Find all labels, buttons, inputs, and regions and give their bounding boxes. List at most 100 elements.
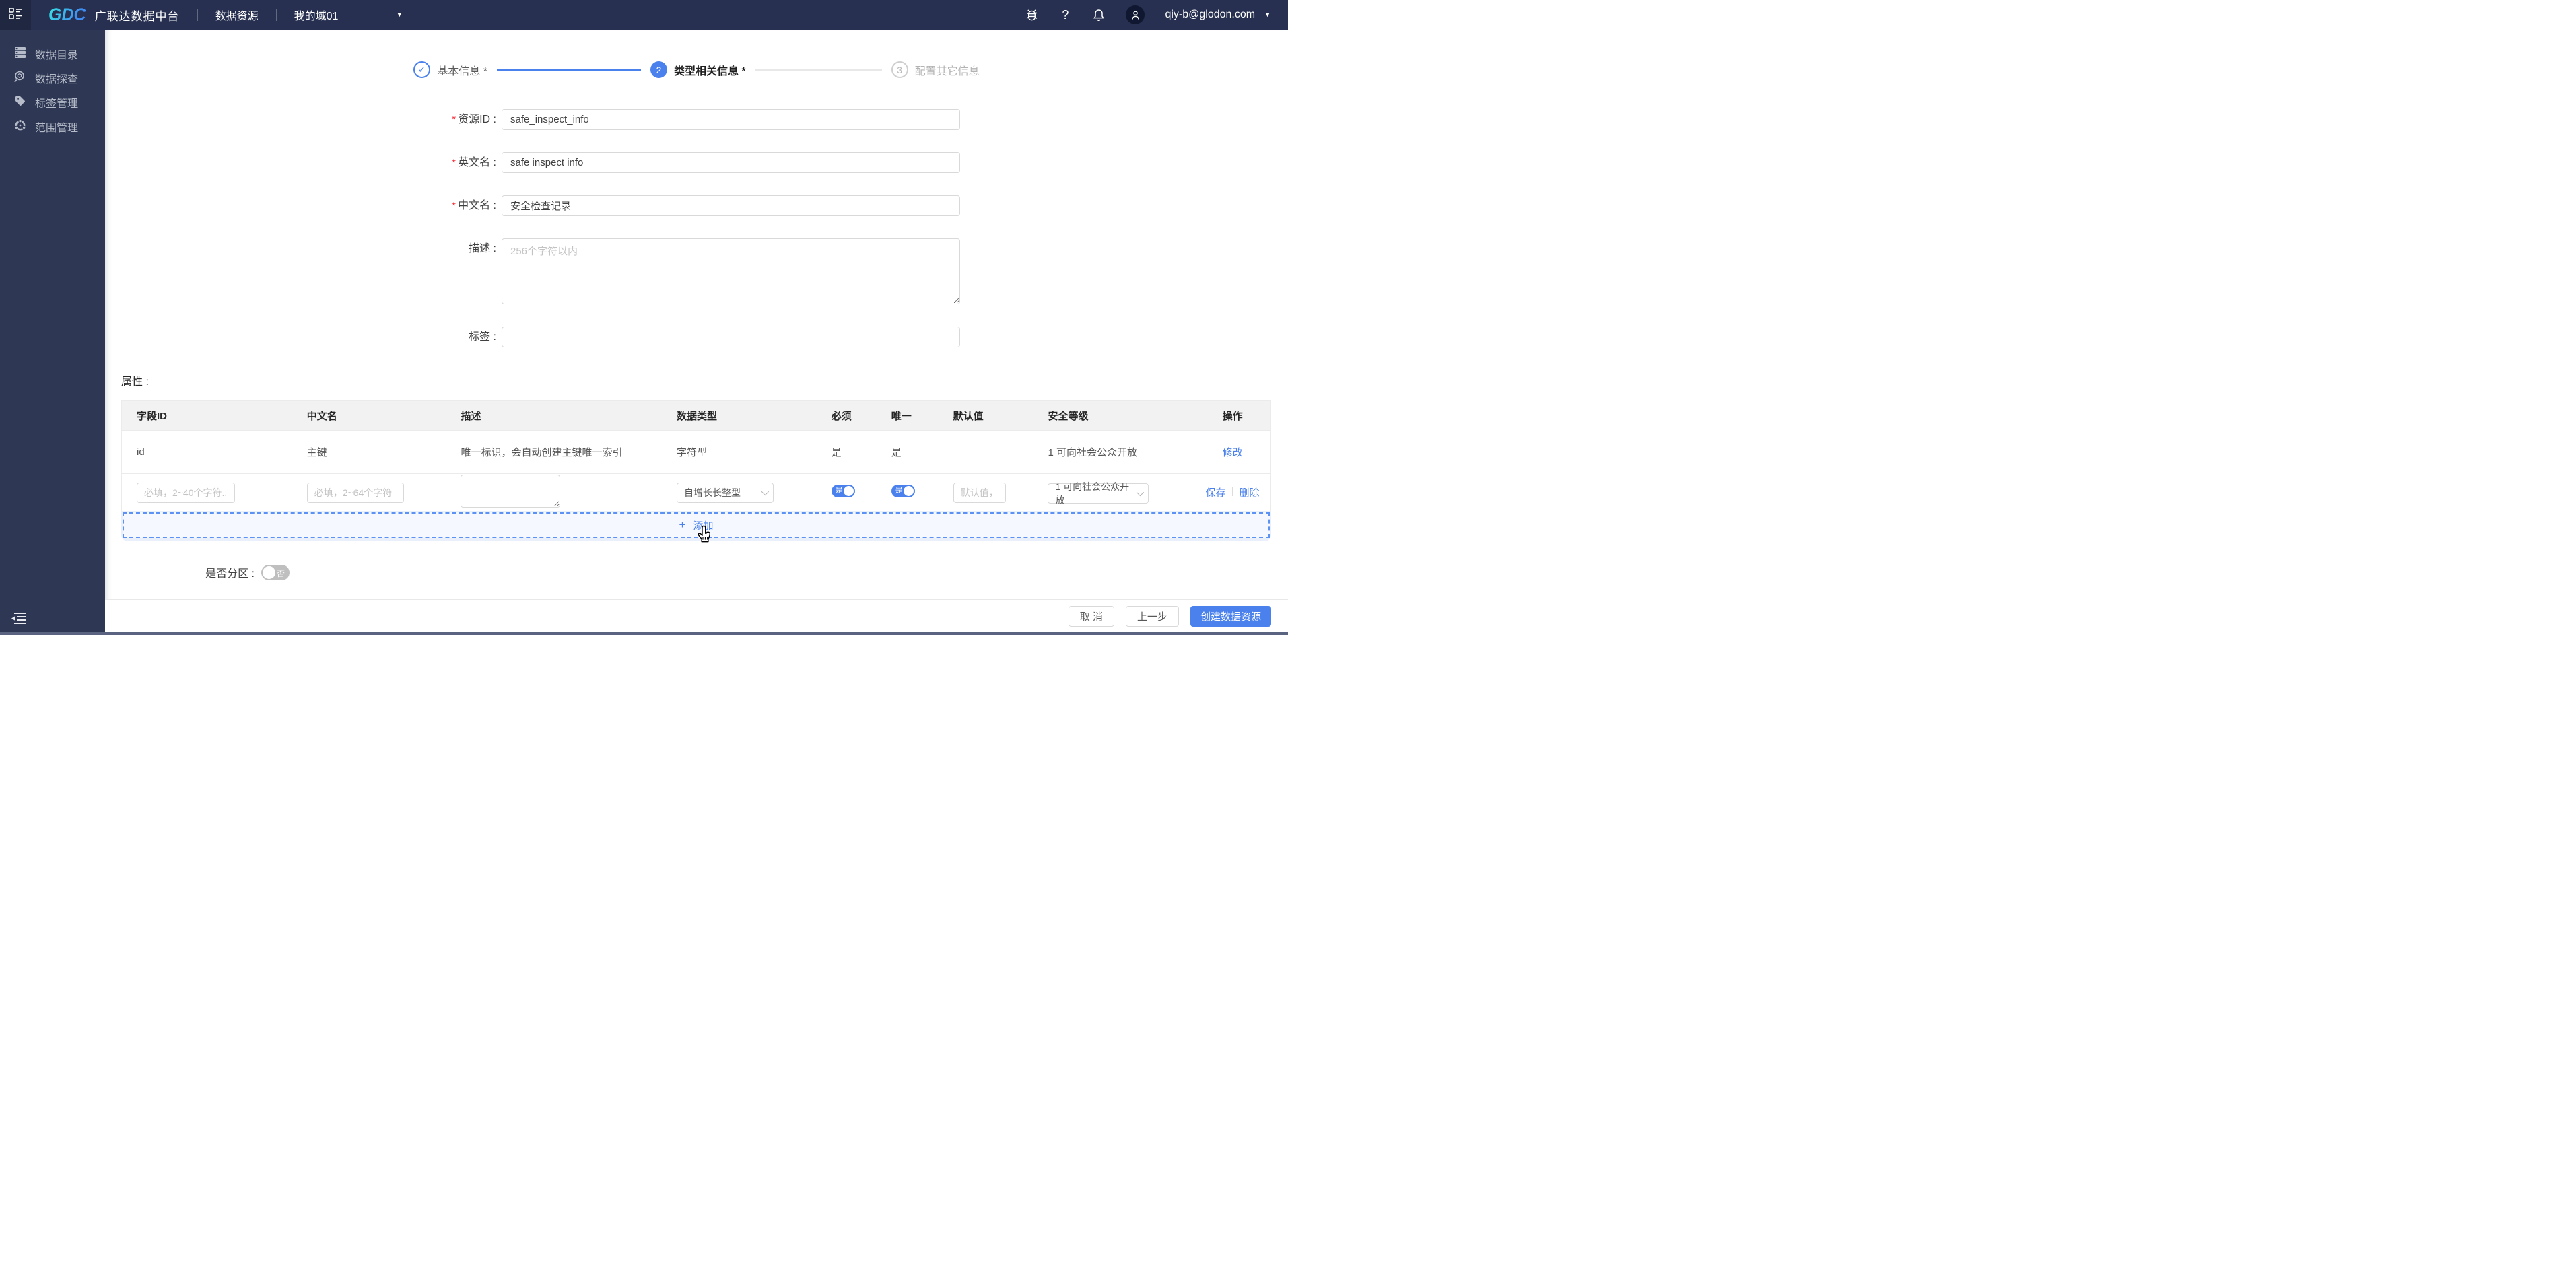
resource-id-field[interactable] <box>502 109 960 130</box>
help-icon[interactable]: ? <box>1058 8 1072 22</box>
required-marker: * <box>452 157 456 168</box>
tags-field[interactable] <box>502 327 960 347</box>
delete-link[interactable]: 删除 <box>1240 485 1260 500</box>
english-name-field[interactable] <box>502 152 960 173</box>
gdc-logo: GDC <box>48 5 86 24</box>
description-field[interactable] <box>502 238 960 304</box>
step-type-info[interactable]: 2 类型相关信息 * <box>650 61 746 78</box>
field-label: * 中文名 : <box>452 200 496 211</box>
chevron-down-icon: ▼ <box>396 11 403 19</box>
step-other-config[interactable]: 3 配置其它信息 <box>891 61 980 78</box>
sidebar-item-label: 标签管理 <box>35 98 79 110</box>
form-row-description: 描述 : <box>105 238 1288 304</box>
step-check-icon: ✓ <box>413 61 431 78</box>
table-row-id: id 主键 唯一标识，会自动创建主键唯一索引 字符型 是 是 1 可向社会公众开… <box>122 430 1270 473</box>
footer-bar: 取 消 上一步 创建数据资源 <box>105 599 1288 632</box>
col-header-unique: 唯一 <box>891 410 912 422</box>
bell-icon[interactable] <box>1092 8 1106 22</box>
col-header-security: 安全等级 <box>1048 410 1089 422</box>
database-icon <box>14 46 26 62</box>
resource-form: *资源ID : *英文名 : *中文名 : 描述 : 标签 : <box>105 109 1288 347</box>
domain-name: 我的域01 <box>294 11 339 22</box>
attributes-section-title: 属性 : <box>121 376 149 388</box>
bug-icon[interactable] <box>1025 8 1038 22</box>
sidebar-item-label: 范围管理 <box>35 123 79 134</box>
required-marker: * <box>452 200 456 211</box>
step-label: 基本信息 * <box>437 65 487 77</box>
cell-security: 1 可向社会公众开放 <box>1048 447 1137 458</box>
previous-step-button[interactable]: 上一步 <box>1125 605 1179 627</box>
form-row-tags: 标签 : <box>105 327 1288 347</box>
topbar-right: ? qiy-b@glodon.com ▼ <box>1025 5 1288 24</box>
plus-icon: + <box>679 518 686 531</box>
app-grid-icon <box>8 7 22 22</box>
save-link[interactable]: 保存 <box>1206 485 1226 500</box>
cell-field-id: id <box>137 446 145 458</box>
top-bar: GDC 广联达数据中台 数据资源 我的域01 ▼ ? qiy-b@glodon.… <box>0 0 1288 30</box>
security-level-select[interactable]: 1 可向社会公众开放 <box>1048 481 1149 506</box>
tag-icon <box>14 95 26 110</box>
col-header-cn-name: 中文名 <box>306 410 337 422</box>
scope-icon <box>14 118 26 135</box>
col-header-default: 默认值 <box>953 410 984 422</box>
main-content: ✓ 基本信息 * 2 类型相关信息 * 3 配置其它信息 *资源ID : *英文… <box>105 30 1288 632</box>
required-toggle[interactable]: 是 <box>831 485 855 497</box>
cell-data-type: 字符型 <box>677 447 708 458</box>
partition-row: 是否分区 : 否 <box>105 564 1288 580</box>
field-label: 描述 : <box>469 243 496 254</box>
nav-product[interactable]: 数据资源 <box>215 7 259 23</box>
cn-name-input[interactable] <box>306 482 404 503</box>
cancel-button[interactable]: 取 消 <box>1068 605 1114 627</box>
topbar-divider <box>197 9 198 21</box>
avatar[interactable] <box>1126 5 1145 24</box>
step-basic-info[interactable]: ✓ 基本信息 * <box>413 61 487 78</box>
field-label: * 英文名 : <box>452 157 496 168</box>
col-header-field-id: 字段ID <box>137 410 168 422</box>
form-row-english-name: * 英文名 : <box>105 152 1288 173</box>
window-bottom-edge <box>0 632 1288 636</box>
form-row-chinese-name: * 中文名 : <box>105 195 1288 216</box>
modify-link[interactable]: 修改 <box>1223 445 1243 459</box>
field-label: * 资源ID : <box>452 114 496 125</box>
chinese-name-field[interactable] <box>502 195 960 216</box>
sidebar-item-scope-manage[interactable]: 范围管理 <box>0 114 105 139</box>
partition-label: 是否分区 : <box>205 568 255 580</box>
col-header-action: 操作 <box>1222 410 1243 422</box>
sidebar-item-data-catalog[interactable]: 数据目录 <box>0 42 105 66</box>
col-header-data-type: 数据类型 <box>677 410 718 422</box>
default-value-input[interactable] <box>953 482 1006 503</box>
sidebar-item-label: 数据目录 <box>35 50 79 61</box>
cell-cn-name: 主键 <box>306 447 327 458</box>
required-marker: * <box>452 114 456 125</box>
topbar-divider <box>275 9 277 21</box>
step-connector <box>755 69 882 71</box>
partition-toggle[interactable]: 否 <box>261 564 290 580</box>
sidebar-item-label: 数据探查 <box>35 74 79 85</box>
user-email[interactable]: qiy-b@glodon.com <box>1165 9 1255 21</box>
step-label: 类型相关信息 * <box>673 65 746 77</box>
col-header-description: 描述 <box>461 410 481 422</box>
description-input[interactable] <box>461 475 561 508</box>
sidebar-collapse-button[interactable] <box>11 613 26 627</box>
cell-required: 是 <box>831 447 842 458</box>
sidebar-item-tag-manage[interactable]: 标签管理 <box>0 90 105 114</box>
field-label: 标签 : <box>469 331 496 343</box>
add-row-area: + 添加 <box>121 511 1271 541</box>
step-number: 3 <box>891 61 908 78</box>
create-resource-button[interactable]: 创建数据资源 <box>1190 605 1271 627</box>
cell-description: 唯一标识，会自动创建主键唯一索引 <box>461 447 623 458</box>
sidebar-item-data-explore[interactable]: 数据探查 <box>0 66 105 90</box>
explore-icon <box>14 71 26 86</box>
chevron-down-icon[interactable]: ▼ <box>1264 11 1270 18</box>
app-menu-button[interactable] <box>0 0 31 30</box>
sidebar: 数据目录 数据探查 标签管理 范围管理 <box>0 30 105 636</box>
field-id-input[interactable] <box>137 482 235 503</box>
link-divider: | <box>1231 485 1234 497</box>
add-attribute-button[interactable]: + 添加 <box>123 512 1270 538</box>
brand-title: 广联达数据中台 <box>94 9 180 23</box>
domain-selector[interactable]: 我的域01 ▼ <box>294 7 403 23</box>
data-type-select[interactable]: 自增长长整型 <box>677 482 774 503</box>
step-connector <box>496 69 641 71</box>
unique-toggle[interactable]: 是 <box>891 485 915 497</box>
attributes-table: 字段ID 中文名 描述 数据类型 必须 唯一 默认值 安全等级 操作 id 主键… <box>121 400 1271 511</box>
